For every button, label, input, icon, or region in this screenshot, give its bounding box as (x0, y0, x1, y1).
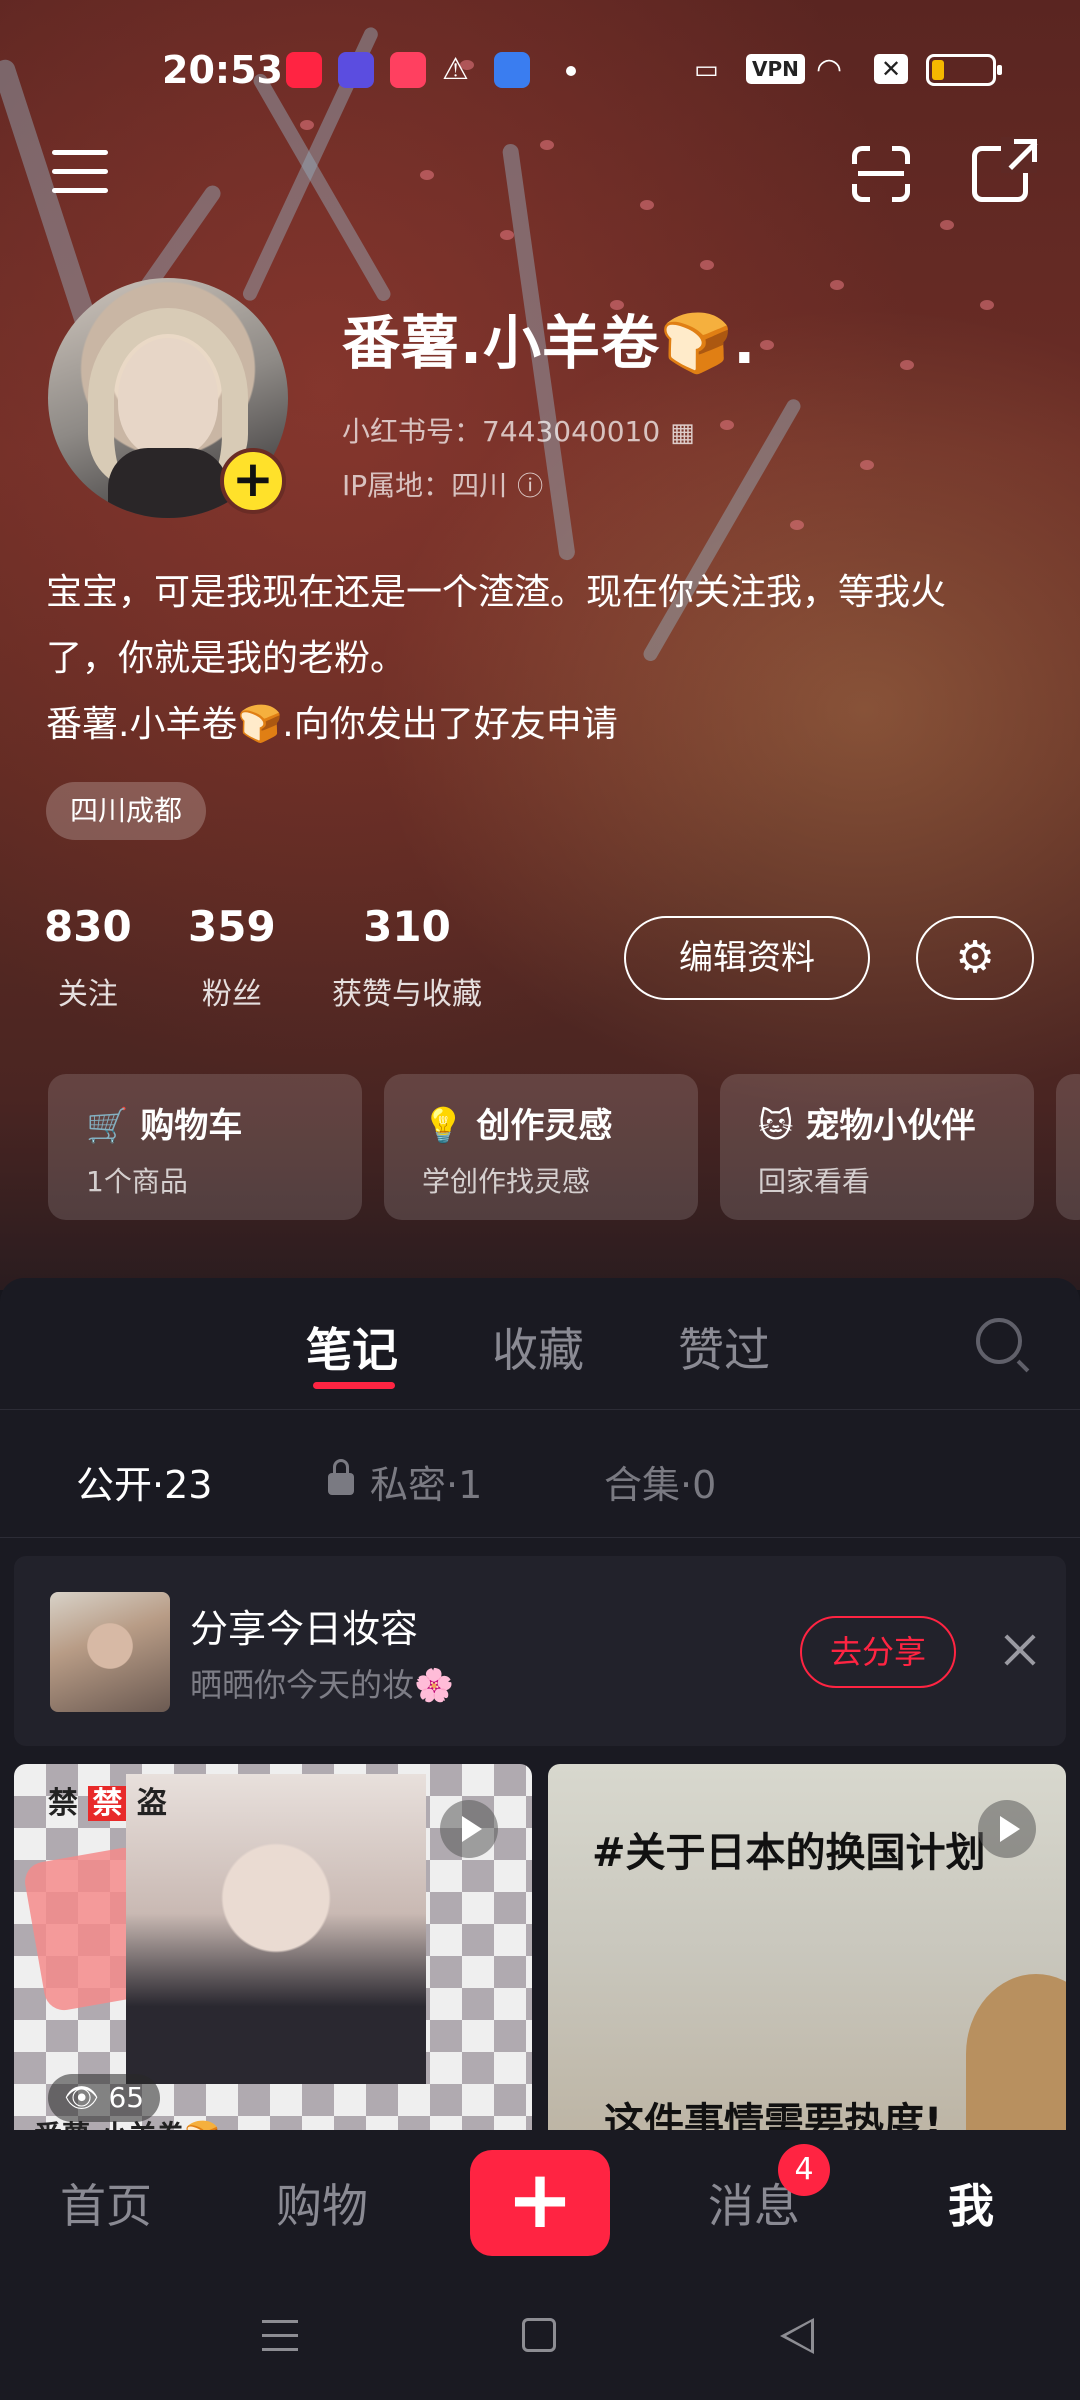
nav-me[interactable]: 我 (948, 2170, 994, 2236)
dot-icon (566, 66, 576, 76)
play-icon (978, 1800, 1036, 1858)
tab-liked[interactable]: 赞过 (678, 1314, 770, 1380)
card-pet-partner[interactable]: 🐱 宠物小伙伴 回家看看 (720, 1074, 1034, 1220)
content-tabs: 笔记 收藏 赞过 (0, 1278, 1080, 1410)
battery-icon (926, 54, 1002, 86)
vpn-icon: VPN (746, 54, 805, 84)
profile-ip-row: IP属地：四川 ⓘ (342, 464, 543, 504)
recorder-app-icon (390, 52, 426, 88)
note-cover-image (126, 1774, 426, 2084)
profile-ip-location: IP属地：四川 (342, 469, 508, 502)
home-icon[interactable] (522, 2318, 556, 2352)
status-time: 20:53 (162, 48, 283, 92)
gear-icon: ⚙ (955, 932, 995, 983)
card-title: 创作灵感 (476, 1106, 613, 1146)
play-icon (440, 1800, 498, 1858)
card-creative-inspiration[interactable]: 💡 创作灵感 学创作找灵感 (384, 1074, 698, 1220)
profile-bio: 宝宝，可是我现在还是一个渣渣。现在你关注我，等我火 了，你就是我的老粉。 番薯.… (46, 560, 1046, 758)
stat-followers[interactable]: 359 粉丝 (188, 902, 276, 1013)
wifi-icon: ◠ (816, 52, 843, 87)
card-title: 购物车 (140, 1106, 243, 1146)
edit-profile-button[interactable]: 编辑资料 (624, 916, 870, 1000)
qrcode-icon[interactable]: ▦ (670, 418, 695, 448)
profile-nickname: 番薯.小羊卷🍞. (342, 309, 757, 377)
info-icon[interactable]: ⓘ (517, 472, 543, 502)
menu-icon[interactable] (52, 150, 108, 198)
subtab-albums[interactable]: 合集·0 (604, 1454, 716, 1509)
subtab-private-label: 私密·1 (370, 1463, 483, 1507)
note-card[interactable]: #关于日本的换国计划 这件事情需要热度! (548, 1764, 1066, 2134)
stat-following[interactable]: 830 关注 (44, 902, 132, 1013)
system-nav-bar (0, 2270, 1080, 2400)
stat-label: 关注 (57, 977, 118, 1012)
eye-icon: 👁 (64, 2081, 100, 2114)
card-subtitle: 1个商品 (86, 1165, 188, 1198)
status-bar: 20:53 ⚠ ▭ VPN ◠ ✕ (0, 40, 1080, 100)
stat-num: 310 (363, 902, 451, 951)
card-subtitle: 回家看看 (758, 1165, 871, 1198)
stat-num: 830 (44, 902, 132, 951)
note-filter-tabs: 公开·23 私密·1 合集·0 (0, 1410, 1080, 1538)
banner-thumbnail (50, 1592, 170, 1712)
bio-line: 了，你就是我的老粉。 (46, 638, 407, 679)
sim-off-icon: ✕ (874, 54, 908, 84)
stat-likes-saves[interactable]: 310 获赞与收藏 (332, 902, 482, 1013)
bottom-nav: 首页 购物 + 消息 4 我 (0, 2130, 1080, 2270)
profile-id: 小红书号：7443040010 (342, 415, 661, 448)
cart-icon: 🛒 (86, 1106, 129, 1146)
tab-notes[interactable]: 笔记 (306, 1314, 398, 1380)
stat-num: 359 (188, 902, 276, 951)
share-icon[interactable] (972, 137, 1037, 202)
nav-home[interactable]: 首页 (60, 2170, 152, 2236)
message-badge: 4 (778, 2144, 830, 2196)
profile-id-row[interactable]: 小红书号：7443040010 ▦ (342, 410, 695, 450)
tab-collections[interactable]: 收藏 (492, 1314, 584, 1380)
warning-icon: ⚠ (442, 52, 469, 87)
card-subtitle: 学创作找灵感 (422, 1165, 591, 1198)
location-tag[interactable]: 四川成都 (46, 782, 207, 840)
stat-label: 粉丝 (201, 977, 262, 1012)
share-makeup-banner[interactable]: 分享今日妆容 晒晒你今天的妆🌸 去分享 (14, 1556, 1066, 1746)
note-cover-text: 这件事情需要热度! (604, 2100, 943, 2134)
nav-shopping[interactable]: 购物 (276, 2170, 368, 2236)
create-post-button[interactable]: + (470, 2150, 610, 2256)
card-more[interactable] (1056, 1074, 1080, 1220)
bluetooth-app-icon (494, 52, 530, 88)
note-card[interactable]: 禁 禁 盗 👁 65 番薯.小羊卷🍞 (14, 1764, 532, 2134)
back-icon[interactable] (780, 2318, 814, 2354)
bulb-icon: 💡 (422, 1106, 465, 1146)
recent-apps-icon[interactable] (262, 2320, 298, 2352)
card-shopping-cart[interactable]: 🛒 购物车 1个商品 (48, 1074, 362, 1220)
note-cover-text: #关于日本的换国计划 (592, 1830, 986, 1876)
stat-label: 获赞与收藏 (332, 977, 482, 1012)
pet-icon: 🐱 (758, 1106, 794, 1146)
banner-subtitle: 晒晒你今天的妆🌸 (190, 1666, 454, 1704)
lock-icon (328, 1458, 354, 1495)
note-watermark: 禁 禁 盗 (48, 1786, 167, 1821)
nfc-icon: ▭ (694, 55, 719, 85)
bio-line: 番薯.小羊卷🍞.向你发出了好友申请 (46, 704, 618, 745)
active-tab-indicator (313, 1382, 395, 1389)
search-icon[interactable] (976, 1318, 1022, 1364)
xiaohongshu-app-icon (286, 52, 322, 88)
add-avatar-button[interactable]: + (220, 448, 286, 514)
subtab-public[interactable]: 公开·23 (76, 1454, 212, 1509)
card-title: 宠物小伙伴 (805, 1106, 976, 1146)
banner-title: 分享今日妆容 (190, 1607, 419, 1651)
scan-icon[interactable] (852, 146, 910, 202)
cloud-app-icon (338, 52, 374, 88)
settings-button[interactable]: ⚙ (916, 916, 1034, 1000)
subtab-private[interactable]: 私密·1 (328, 1454, 482, 1509)
bio-line: 宝宝，可是我现在还是一个渣渣。现在你关注我，等我火 (46, 572, 947, 613)
go-share-button[interactable]: 去分享 (800, 1616, 956, 1688)
close-icon[interactable] (1000, 1630, 1040, 1670)
